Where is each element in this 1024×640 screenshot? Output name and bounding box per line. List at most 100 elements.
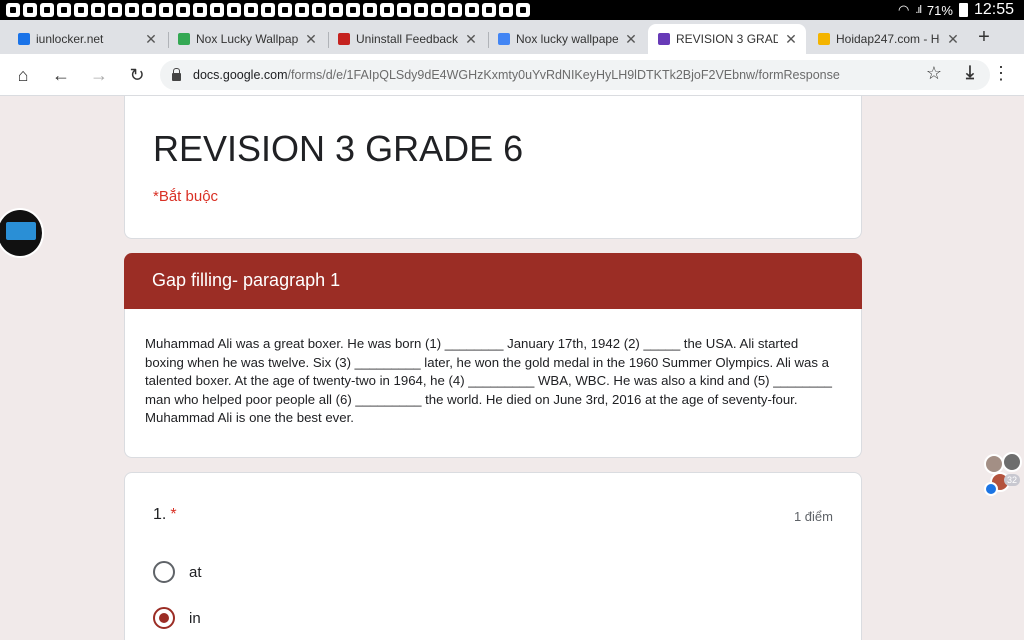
- tab-title: Uninstall Feedback: [356, 32, 458, 46]
- tab-title: Nox Lucky Wallpaper - Ứn: [196, 32, 298, 46]
- notification-icon: [57, 3, 71, 17]
- notification-icon: [159, 3, 173, 17]
- battery-level: 71%: [926, 2, 953, 18]
- notification-icon: [40, 3, 54, 17]
- chat-count-badge: 32: [1004, 474, 1021, 486]
- notification-icon: [499, 3, 513, 17]
- favicon-icon: [658, 33, 670, 45]
- question-points: 1 điểm: [793, 509, 833, 524]
- radio-button[interactable]: [153, 561, 175, 583]
- section-card: Muhammad Ali was a great boxer. He was b…: [124, 309, 862, 458]
- section-paragraph: Muhammad Ali was a great boxer. He was b…: [145, 336, 832, 425]
- notification-icon: [431, 3, 445, 17]
- question-number: 1.: [153, 506, 167, 523]
- download-icon[interactable]: ⤓: [966, 62, 974, 83]
- menu-icon[interactable]: ⋮: [992, 63, 1010, 84]
- messenger-icon: [984, 482, 998, 496]
- notification-icon: [91, 3, 105, 17]
- notification-icon: [244, 3, 258, 17]
- status-right: ◠ .ıl 71% 12:55: [898, 1, 1014, 19]
- favicon-icon: [18, 33, 30, 45]
- close-icon[interactable]: ✕: [624, 31, 638, 48]
- notification-icons: [6, 3, 530, 17]
- notification-icon: [516, 3, 530, 17]
- reload-icon[interactable]: ↻: [126, 64, 148, 86]
- bookmark-star-icon[interactable]: ☆: [926, 63, 942, 84]
- notification-icon: [448, 3, 462, 17]
- tab-revision-form[interactable]: REVISION 3 GRADE 6 ✕: [648, 24, 806, 54]
- browser-toolbar: ⌂ ← → ↻ docs.google.com/forms/d/e/1FAIpQ…: [0, 54, 1024, 96]
- notification-icon: [278, 3, 292, 17]
- question-card: 1. * 1 điểm at in: [124, 472, 862, 640]
- lock-icon: [172, 68, 181, 81]
- notification-icon: [108, 3, 122, 17]
- forward-icon[interactable]: →: [88, 64, 110, 86]
- video-thumbnail-icon: [6, 222, 36, 240]
- question-title: 1. *: [153, 506, 177, 524]
- required-note: *Bắt buộc: [153, 188, 219, 205]
- home-icon[interactable]: ⌂: [12, 64, 34, 86]
- notification-icon: [74, 3, 88, 17]
- avatar: [984, 454, 1004, 474]
- notification-icon: [176, 3, 190, 17]
- radio-button-selected[interactable]: [153, 607, 175, 629]
- notification-icon: [312, 3, 326, 17]
- back-icon[interactable]: ←: [50, 64, 72, 86]
- wifi-icon: ◠: [898, 2, 910, 17]
- option-label: at: [189, 563, 202, 581]
- notification-icon: [414, 3, 428, 17]
- tab-title: iunlocker.net: [36, 32, 104, 46]
- url-host: docs.google.com: [193, 68, 288, 82]
- notification-icon: [329, 3, 343, 17]
- address-bar[interactable]: docs.google.com/forms/d/e/1FAIpQLSdy9dE4…: [160, 60, 990, 90]
- floating-video-bubble[interactable]: [0, 208, 44, 258]
- notification-icon: [346, 3, 360, 17]
- notification-icon: [23, 3, 37, 17]
- battery-icon: [958, 3, 968, 17]
- tab-title: Hoidap247.com - Hỏi đáp: [836, 32, 940, 46]
- tab-iunlocker[interactable]: iunlocker.net ✕: [8, 24, 166, 54]
- option-in[interactable]: in: [153, 607, 201, 629]
- notification-icon: [210, 3, 224, 17]
- option-at[interactable]: at: [153, 561, 202, 583]
- favicon-icon: [818, 33, 830, 45]
- notification-icon: [397, 3, 411, 17]
- signal-icon: .ıl: [915, 4, 921, 16]
- favicon-icon: [498, 33, 510, 45]
- tab-title: Nox lucky wallpaper - Tìm: [516, 32, 618, 46]
- favicon-icon: [178, 33, 190, 45]
- new-tab-button[interactable]: +: [972, 26, 996, 49]
- notification-icon: [380, 3, 394, 17]
- avatar: [1002, 452, 1022, 472]
- notification-icon: [227, 3, 241, 17]
- clock: 12:55: [973, 1, 1014, 18]
- required-mark: *: [170, 506, 177, 523]
- close-icon[interactable]: ✕: [946, 31, 960, 48]
- tab-uninstall-feedback[interactable]: Uninstall Feedback ✕: [328, 24, 486, 54]
- chat-heads-bubble[interactable]: 32: [982, 450, 1024, 500]
- option-label: in: [189, 609, 201, 627]
- close-icon[interactable]: ✕: [144, 31, 158, 48]
- url-path: /forms/d/e/1FAIpQLSdy9dE4WGHzKxmty0uYvRd…: [287, 68, 840, 82]
- tab-strip: iunlocker.net ✕ Nox Lucky Wallpaper - Ứn…: [0, 20, 1024, 54]
- form-header-card: REVISION 3 GRADE 6 *Bắt buộc: [124, 96, 862, 239]
- favicon-icon: [338, 33, 350, 45]
- tab-nox-search[interactable]: Nox lucky wallpaper - Tìm ✕: [488, 24, 646, 54]
- tab-nox-lucky-wallpaper[interactable]: Nox Lucky Wallpaper - Ứn ✕: [168, 24, 326, 54]
- notification-icon: [482, 3, 496, 17]
- notification-icon: [193, 3, 207, 17]
- notification-icon: [6, 3, 20, 17]
- close-icon[interactable]: ✕: [304, 31, 318, 48]
- status-bar: ◠ .ıl 71% 12:55: [0, 0, 1024, 20]
- form-title: REVISION 3 GRADE 6: [153, 128, 524, 169]
- notification-icon: [261, 3, 275, 17]
- notification-icon: [363, 3, 377, 17]
- tab-hoidap247[interactable]: Hoidap247.com - Hỏi đáp ✕: [808, 24, 968, 54]
- tab-title: REVISION 3 GRADE 6: [676, 32, 778, 46]
- notification-icon: [295, 3, 309, 17]
- notification-icon: [142, 3, 156, 17]
- section-header: Gap filling- paragraph 1: [124, 253, 862, 309]
- notification-icon: [465, 3, 479, 17]
- close-icon[interactable]: ✕: [784, 31, 798, 48]
- close-icon[interactable]: ✕: [464, 31, 478, 48]
